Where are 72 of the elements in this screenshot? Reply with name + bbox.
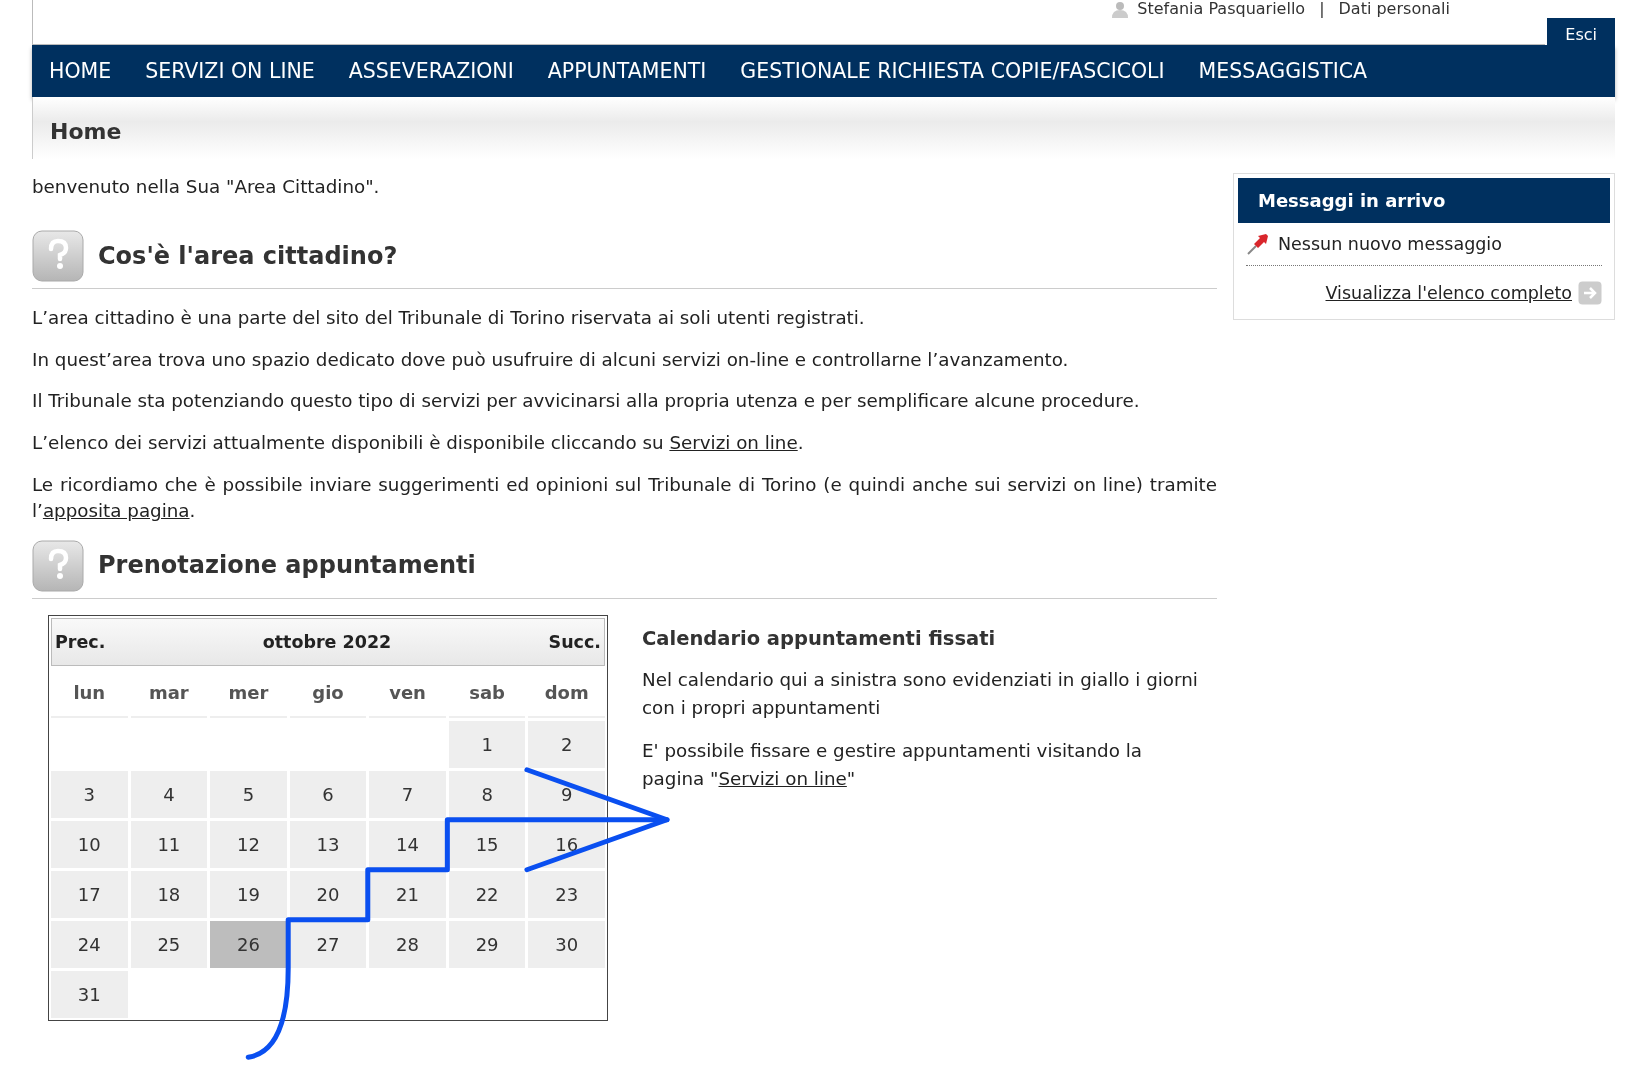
day-cell[interactable]: 22	[448, 870, 526, 918]
paragraph: L’area cittadino è una parte del sito del Tribunale di Torino riservata ai soli utenti registrati.	[32, 306, 866, 331]
day-cell[interactable]: 13	[289, 820, 367, 868]
section-title: Prenotazione appuntamenti	[98, 551, 476, 580]
panel-title: Messaggi in arrivo	[1238, 178, 1610, 223]
day-cell[interactable]: 29	[448, 920, 526, 968]
day-cell[interactable]: 19	[210, 870, 287, 918]
nav-link[interactable]: APPUNTAMENTI	[530, 55, 724, 87]
section-title: Cos'è l'area cittadino?	[98, 242, 398, 271]
nav-link[interactable]: GESTIONALE RICHIESTA COPIE/FASCICOLI	[723, 55, 1182, 87]
day-cell[interactable]: 5	[210, 770, 287, 818]
day-cell[interactable]: 14	[369, 820, 446, 868]
separator: |	[1319, 1, 1325, 17]
day-cell[interactable]: 30	[528, 920, 605, 968]
day-cell[interactable]: 1	[448, 720, 526, 768]
day-cell[interactable]: 25	[130, 920, 208, 968]
weekday-header: mer	[210, 668, 287, 718]
prev-link[interactable]: Prec.	[55, 628, 106, 655]
weekday-header: mar	[130, 668, 208, 718]
weekday-header: lun	[51, 668, 128, 718]
user-icon	[1111, 0, 1130, 18]
month-title: ottobre 2022	[262, 630, 392, 654]
day-cell[interactable]: 28	[369, 920, 446, 968]
view-all-link[interactable]: Visualizza l'elenco completo	[1325, 280, 1572, 307]
link[interactable]: Servizi on line	[669, 432, 798, 453]
day-cell[interactable]: 3	[51, 770, 128, 818]
day-cell[interactable]: 10	[51, 820, 128, 868]
paragraph: Il Tribunale sta potenziando questo tipo di servizi per avvicinarsi alla propria utenza e per semplificare alcune procedure.	[32, 389, 1141, 414]
day-cell[interactable]: 17	[51, 870, 128, 918]
paragraph: L’elenco dei servizi attualmente disponibili è disponibile cliccando su Servizi on line.	[32, 431, 805, 455]
page-title: Home	[50, 117, 122, 146]
day-cell[interactable]: 31	[51, 970, 128, 1018]
info-title: Calendario appuntamenti fissati	[642, 626, 997, 650]
day-cell[interactable]: 18	[130, 870, 208, 918]
day-cell[interactable]: 15	[448, 820, 526, 868]
paragraph: Nel calendario qui a sinistra sono evidenziati in giallo i giorni con i propri appuntamenti	[642, 667, 1199, 721]
day-cell[interactable]: 4	[130, 770, 208, 818]
weekday-header: ven	[369, 668, 446, 718]
day-cell[interactable]: 2	[528, 720, 605, 768]
welcome-text: benvenuto nella Sua "Area Cittadino".	[32, 175, 381, 199]
day-cell[interactable]: 8	[448, 770, 526, 818]
nav-link[interactable]: ASSEVERAZIONI	[331, 55, 531, 87]
day-cell[interactable]: 26	[210, 920, 287, 968]
day-cell[interactable]: 23	[528, 870, 605, 918]
message-text: Nessun nuovo messaggio	[1278, 233, 1502, 256]
nav-link[interactable]: HOME	[32, 55, 129, 87]
arrow-right-icon[interactable]	[1578, 281, 1602, 306]
user-name: Stefania Pasquariello	[1137, 1, 1306, 17]
day-cell[interactable]: 12	[210, 820, 287, 868]
paragraph: In quest’area trova uno spazio dedicato dove può usufruire di alcuni servizi on-line e controllarne l’avanzamento.	[32, 347, 1070, 372]
day-cell[interactable]: 24	[51, 920, 128, 968]
help-icon	[32, 539, 84, 592]
day-cell[interactable]: 20	[289, 870, 367, 918]
logout-button[interactable]: Esci	[1547, 18, 1615, 52]
link[interactable]: apposita pagina	[42, 500, 190, 521]
day-cell[interactable]: 7	[369, 770, 446, 818]
day-cell[interactable]: 6	[289, 770, 367, 818]
weekday-header: sab	[448, 668, 526, 718]
day-cell[interactable]: 11	[130, 820, 208, 868]
weekday-header: gio	[289, 668, 367, 718]
day-cell[interactable]: 21	[369, 870, 446, 918]
weekday-header: dom	[528, 668, 605, 718]
day-cell[interactable]: 27	[289, 920, 367, 968]
personal-data-link[interactable]: Dati personali	[1338, 1, 1450, 17]
nav-link[interactable]: MESSAGGISTICA	[1181, 55, 1385, 87]
paragraph: E' possibile fissare e gestire appuntamenti visitando la pagina "Servizi on line"	[642, 738, 1143, 791]
next-link[interactable]: Succ.	[548, 628, 601, 655]
pushpin-icon	[1246, 232, 1270, 257]
paragraph: Le ricordiamo che è possibile inviare suggerimenti ed opinioni sul Tribunale di Torino (e quindi anche sui servizi on line) tramite l’apposita pagina.	[32, 472, 1217, 523]
nav-link[interactable]: SERVIZI ON LINE	[128, 55, 332, 87]
help-icon	[32, 230, 84, 283]
link[interactable]: Servizi on line	[718, 768, 847, 789]
